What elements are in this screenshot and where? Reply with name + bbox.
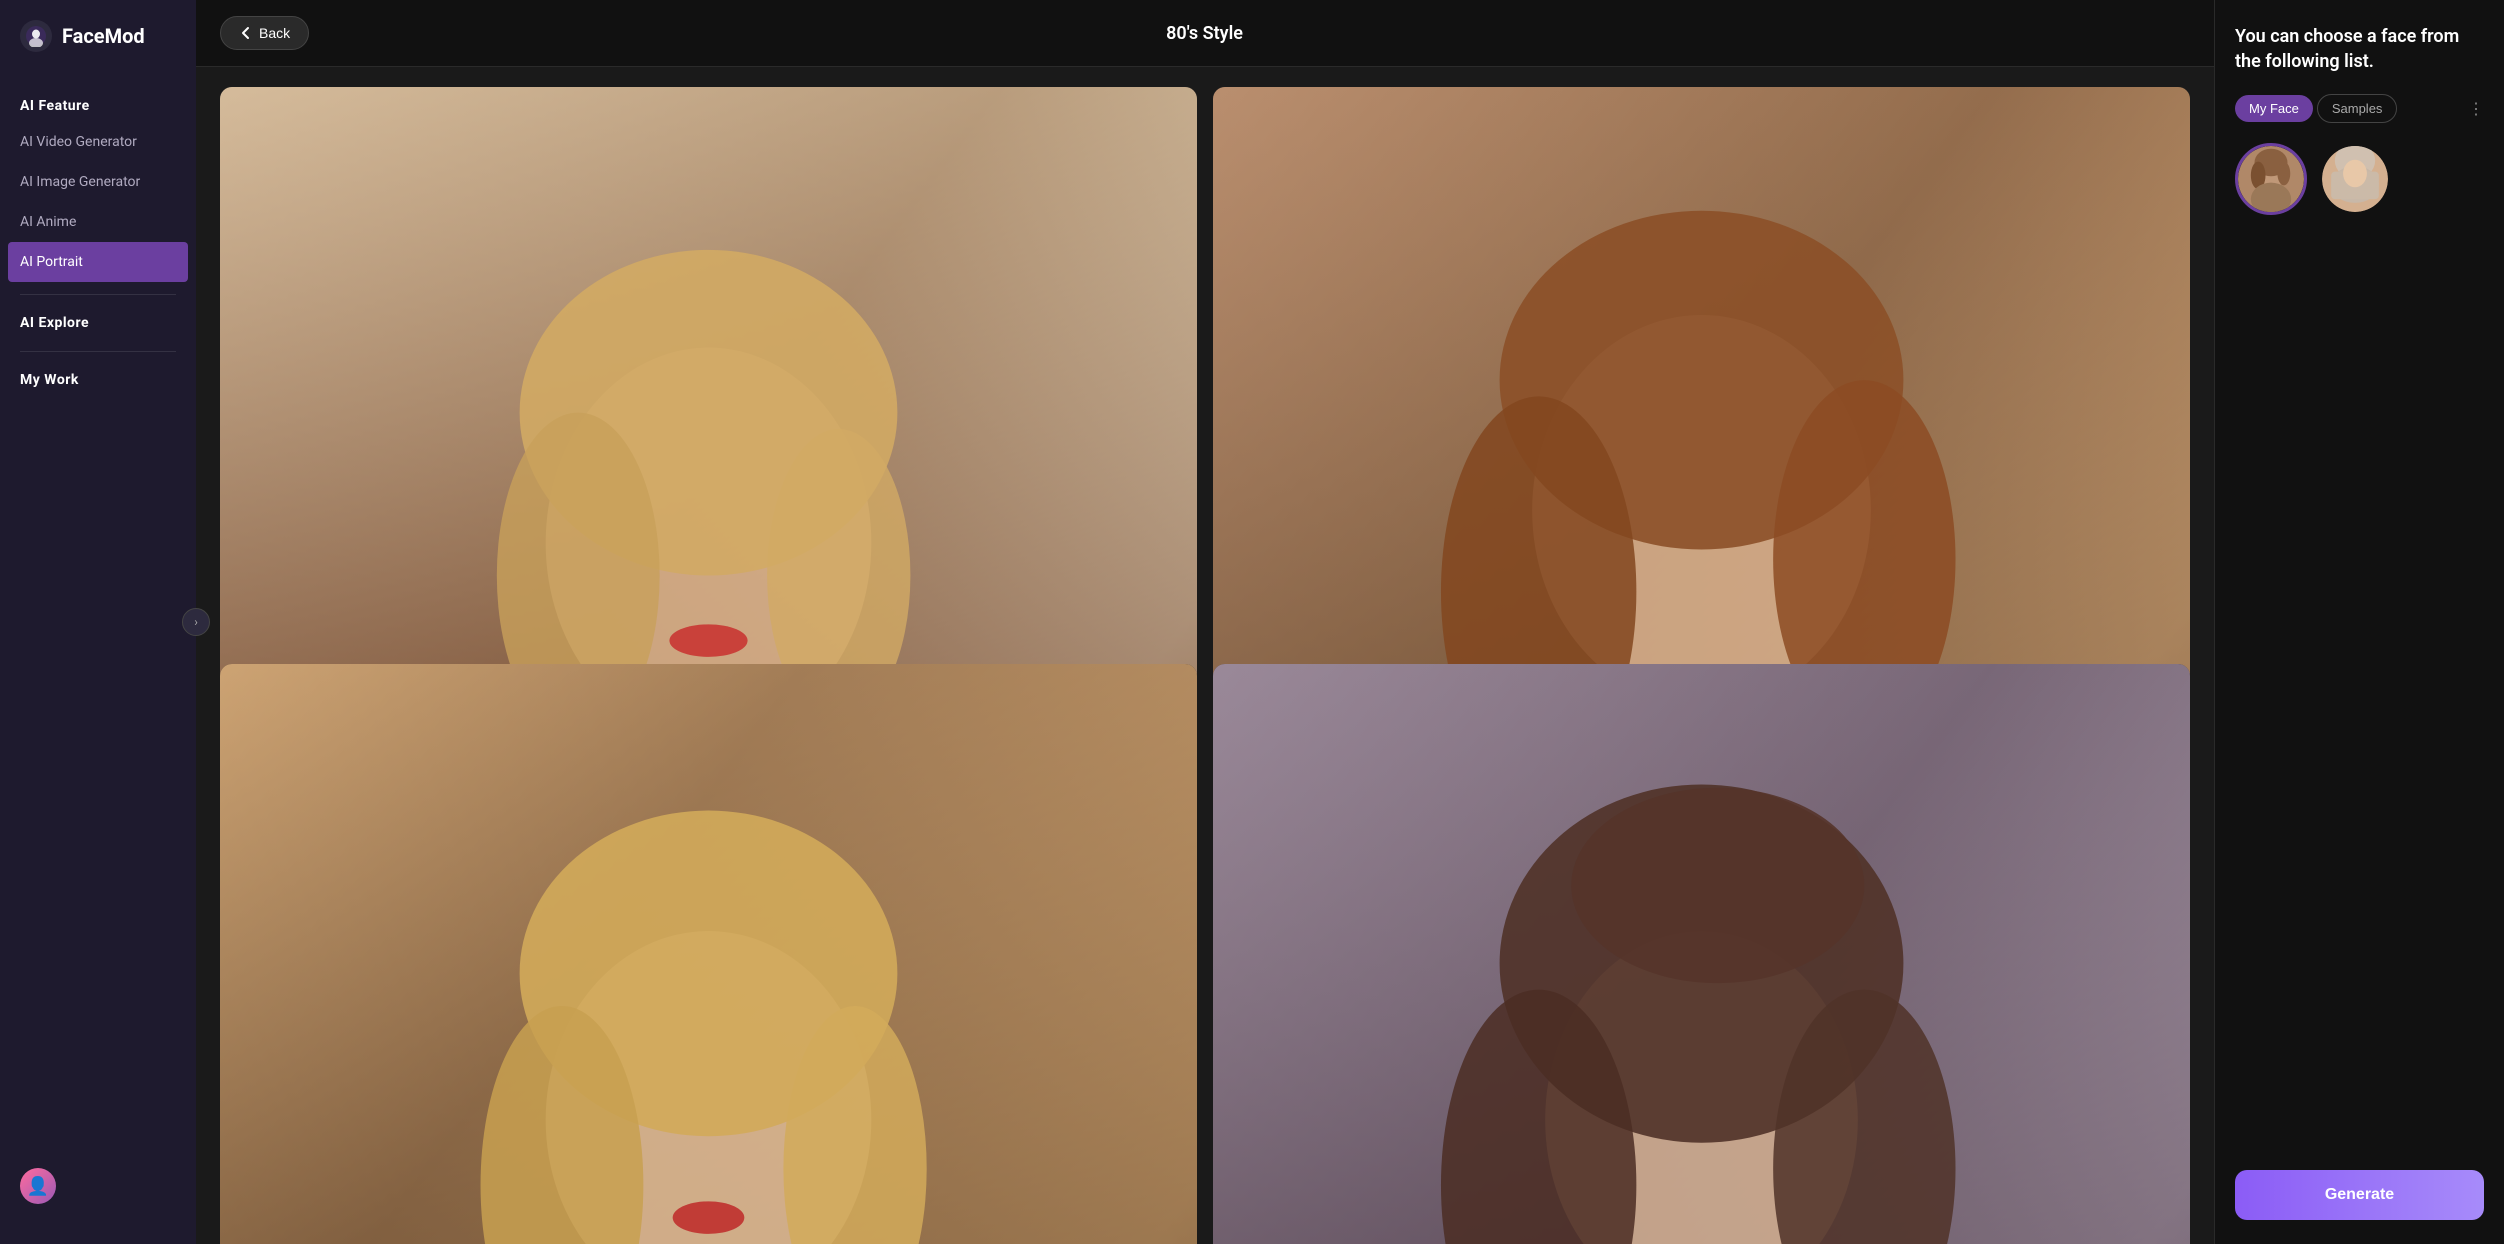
- sidebar-footer: 👤: [0, 1148, 196, 1224]
- face-sample-2[interactable]: [2319, 143, 2391, 215]
- right-panel: You can choose a face from the following…: [2214, 0, 2504, 1244]
- ai-feature-section-label: AI Feature: [0, 82, 196, 122]
- page-title: 80's Style: [309, 23, 2100, 44]
- generate-button[interactable]: Generate: [2235, 1170, 2484, 1220]
- my-work-section-label: My Work: [0, 364, 196, 396]
- back-icon: [239, 26, 253, 40]
- top-bar: Back 80's Style: [196, 0, 2214, 67]
- sidebar-item-ai-anime[interactable]: AI Anime: [0, 202, 196, 242]
- face-samples-grid: [2235, 143, 2484, 215]
- portrait-image-3[interactable]: [220, 664, 1197, 1244]
- sidebar-collapse-button[interactable]: ›: [182, 608, 210, 636]
- main-content: Back 80's Style: [196, 0, 2214, 1244]
- logo-name: FaceMod: [62, 24, 145, 48]
- sidebar: FaceMod AI Feature AI Video Generator AI…: [0, 0, 196, 1244]
- sidebar-item-ai-video-generator[interactable]: AI Video Generator: [0, 122, 196, 162]
- portrait-image-4[interactable]: [1213, 664, 2190, 1244]
- sidebar-item-ai-image-generator[interactable]: AI Image Generator: [0, 162, 196, 202]
- ai-explore-section-label: AI Explore: [0, 307, 196, 339]
- user-avatar[interactable]: 👤: [20, 1168, 56, 1204]
- images-grid: [196, 67, 2214, 1244]
- panel-title: You can choose a face from the following…: [2235, 24, 2484, 74]
- back-button[interactable]: Back: [220, 16, 309, 50]
- tab-samples[interactable]: Samples: [2317, 94, 2398, 123]
- sidebar-divider-2: [20, 351, 176, 352]
- sidebar-divider: [20, 294, 176, 295]
- logo[interactable]: FaceMod: [0, 20, 196, 82]
- tab-my-face[interactable]: My Face: [2235, 95, 2313, 122]
- logo-icon: [20, 20, 52, 52]
- tab-options-icon[interactable]: ⋮: [2468, 99, 2484, 118]
- face-sample-1[interactable]: [2235, 143, 2307, 215]
- face-tabs-container: My Face Samples ⋮: [2235, 94, 2484, 123]
- sidebar-item-ai-portrait[interactable]: AI Portrait: [8, 242, 188, 282]
